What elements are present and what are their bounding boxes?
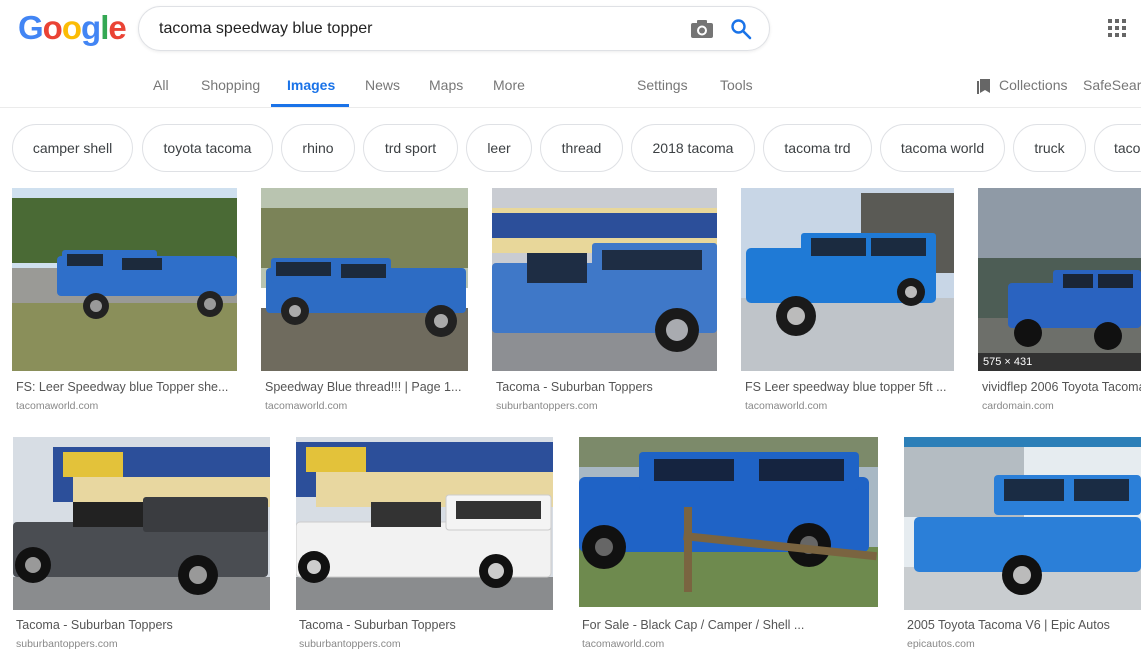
result-site: suburbantoppers.com (496, 400, 598, 412)
truck-photo (13, 437, 270, 610)
tab-images[interactable]: Images (287, 77, 335, 93)
logo-letter: e (108, 9, 126, 46)
image-dimensions-badge: 575 × 431 (978, 353, 1141, 371)
truck-photo (296, 437, 553, 610)
chip-trd-sport[interactable]: trd sport (363, 124, 458, 172)
chip-thread[interactable]: thread (540, 124, 623, 172)
chip-camper-shell[interactable]: camper shell (12, 124, 133, 172)
truck-photo (261, 188, 468, 371)
result-site: tacomaworld.com (745, 400, 828, 412)
logo-letter: g (81, 9, 101, 46)
result-title: Tacoma - Suburban Toppers (496, 380, 653, 394)
chip-2018-tacoma[interactable]: 2018 tacoma (631, 124, 755, 172)
result-thumbnail[interactable] (13, 437, 270, 610)
chip-taco[interactable]: taco (1094, 124, 1141, 172)
result-site: tacomaworld.com (582, 638, 665, 650)
tab-settings[interactable]: Settings (637, 77, 688, 93)
result-site: suburbantoppers.com (299, 638, 401, 650)
truck-photo (904, 437, 1141, 610)
truck-photo (492, 188, 717, 371)
logo-letter: o (42, 9, 63, 46)
result-thumbnail[interactable] (296, 437, 553, 610)
result-title: 2005 Toyota Tacoma V6 | Epic Autos (907, 618, 1110, 632)
truck-photo (978, 188, 1141, 371)
camera-icon[interactable] (690, 18, 714, 40)
result-title: Speedway Blue thread!!! | Page 1... (265, 380, 462, 394)
chip-tacoma-trd[interactable]: tacoma trd (763, 124, 872, 172)
result-title: Tacoma - Suburban Toppers (16, 618, 173, 632)
chip-rhino[interactable]: rhino (281, 124, 355, 172)
safesearch-link[interactable]: SafeSearc (1083, 77, 1141, 93)
result-thumbnail[interactable] (12, 188, 237, 371)
result-site: suburbantoppers.com (16, 638, 118, 650)
google-logo[interactable]: Google (18, 9, 127, 46)
result-thumbnail[interactable] (904, 437, 1141, 610)
result-thumbnail[interactable] (492, 188, 717, 371)
search-icon[interactable] (730, 18, 752, 40)
logo-letter: o (61, 9, 82, 46)
result-title: FS: Leer Speedway blue Topper she... (16, 380, 229, 394)
tab-all[interactable]: All (153, 77, 169, 93)
search-box (138, 6, 770, 51)
result-thumbnail[interactable] (741, 188, 954, 371)
truck-photo (12, 188, 237, 371)
collections-link[interactable]: Collections (999, 77, 1067, 93)
search-tabs: All Shopping Images News Maps More Setti… (0, 65, 1141, 108)
bookmark-icon (977, 79, 990, 94)
result-title: FS Leer speedway blue topper 5ft ... (745, 380, 947, 394)
result-thumbnail[interactable] (579, 437, 878, 607)
chip-truck[interactable]: truck (1013, 124, 1086, 172)
chip-toyota-tacoma[interactable]: toyota tacoma (142, 124, 273, 172)
result-site: cardomain.com (982, 400, 1054, 412)
tab-tools[interactable]: Tools (720, 77, 753, 93)
result-site: tacomaworld.com (265, 400, 348, 412)
result-title: For Sale - Black Cap / Camper / Shell ..… (582, 618, 805, 632)
apps-grid-icon[interactable] (1108, 19, 1126, 37)
result-thumbnail[interactable] (261, 188, 468, 371)
tab-more[interactable]: More (493, 77, 525, 93)
tab-shopping[interactable]: Shopping (201, 77, 260, 93)
truck-photo (741, 188, 954, 371)
active-tab-indicator (271, 104, 349, 107)
result-site: tacomaworld.com (16, 400, 99, 412)
tab-news[interactable]: News (365, 77, 400, 93)
result-title: vividflep 2006 Toyota Tacoma (982, 380, 1141, 394)
tab-maps[interactable]: Maps (429, 77, 463, 93)
result-site: epicautos.com (907, 638, 975, 650)
search-input[interactable] (159, 17, 679, 41)
truck-photo (579, 437, 878, 607)
chip-tacoma-world[interactable]: tacoma world (880, 124, 1005, 172)
result-thumbnail[interactable]: 575 × 431 (978, 188, 1141, 371)
result-title: Tacoma - Suburban Toppers (299, 618, 456, 632)
chip-leer[interactable]: leer (466, 124, 532, 172)
logo-letter: G (18, 9, 44, 46)
